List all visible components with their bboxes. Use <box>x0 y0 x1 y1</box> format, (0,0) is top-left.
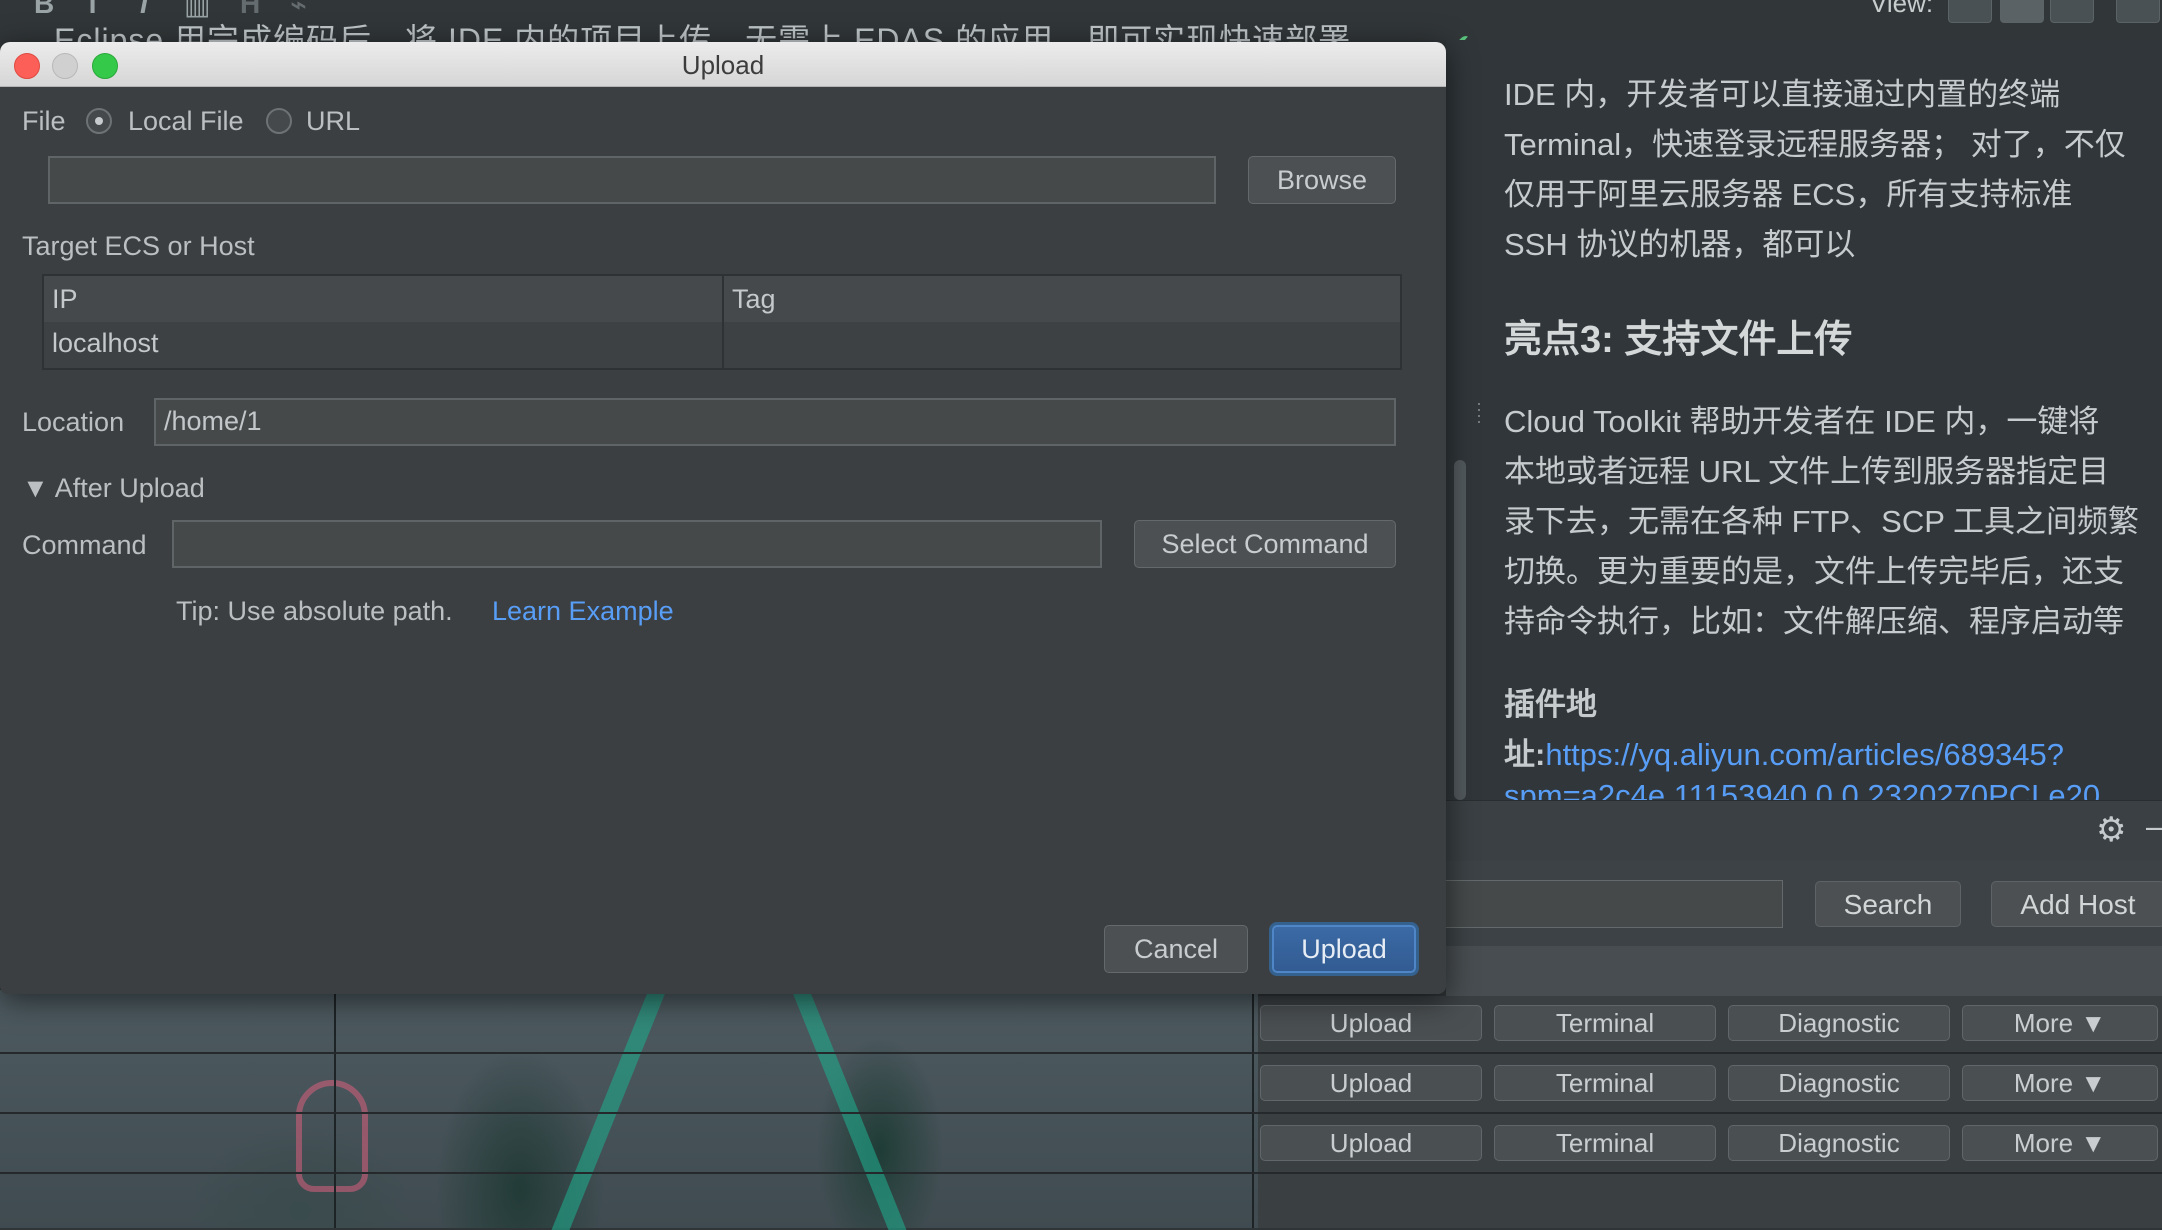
view-columns-icon[interactable] <box>2116 0 2160 23</box>
location-input[interactable]: /home/1 <box>154 398 1396 446</box>
row-divider <box>0 1052 2162 1054</box>
view-split-icon[interactable] <box>2000 0 2044 23</box>
view-label: View: <box>1870 0 1934 18</box>
preview-paragraph: Cloud Toolkit 帮助开发者在 IDE 内，一键将 本地或者远程 UR… <box>1504 404 2139 639</box>
row-more-button[interactable]: More ▼ <box>1962 1005 2158 1041</box>
view-list-icon[interactable] <box>1948 0 1992 23</box>
minimize-icon[interactable]: – <box>2146 808 2162 845</box>
host-table-header <box>1446 946 2162 997</box>
row-terminal-button[interactable]: Terminal <box>1494 1125 1716 1161</box>
column-header-tag[interactable]: Tag <box>732 284 776 315</box>
grid-line <box>334 994 336 1228</box>
host-panel-header <box>1446 800 2162 861</box>
upload-button[interactable]: Upload <box>1272 925 1416 973</box>
splitter-handle[interactable]: · · · · <box>1476 394 1482 430</box>
column-divider[interactable] <box>722 276 724 368</box>
plugin-address-label: 插件地 <box>1504 687 1597 722</box>
preview-paragraph: IDE 内，开发者可以直接通过内置的终端 Terminal，快速登录远程服务器；… <box>1504 77 2126 262</box>
table-cell-ip: localhost <box>52 328 159 358</box>
learn-example-link[interactable]: Learn Example <box>492 596 674 627</box>
preview-heading: 亮点3: 支持文件上传 <box>1504 319 1853 361</box>
background-artwork <box>0 990 1258 1228</box>
bold-icon[interactable]: B <box>34 0 54 20</box>
row-diagnostic-button[interactable]: Diagnostic <box>1728 1125 1950 1161</box>
dialog-title: Upload <box>681 50 765 80</box>
dialog-titlebar[interactable]: Upload <box>0 42 1446 87</box>
row-diagnostic-button[interactable]: Diagnostic <box>1728 1005 1950 1041</box>
command-label: Command <box>22 530 147 560</box>
search-button[interactable]: Search <box>1815 881 1961 927</box>
file-path-input[interactable] <box>48 156 1216 204</box>
row-terminal-button[interactable]: Terminal <box>1494 1065 1716 1101</box>
row-divider <box>0 1172 2162 1174</box>
view-preview-icon[interactable] <box>2050 0 2094 23</box>
location-label: Location <box>22 407 125 437</box>
row-divider <box>0 1112 2162 1114</box>
radio-local-file[interactable] <box>86 108 112 134</box>
row-terminal-button[interactable]: Terminal <box>1494 1005 1716 1041</box>
row-upload-button[interactable]: Upload <box>1260 1065 1482 1101</box>
upload-dialog: Upload File Local File URL Browse Target… <box>0 42 1446 994</box>
after-upload-toggle[interactable]: ▼ After Upload <box>22 473 205 504</box>
background-artwork <box>296 1080 368 1192</box>
browse-button[interactable]: Browse <box>1248 156 1396 204</box>
radio-local-file-label[interactable]: Local File <box>128 106 244 137</box>
file-label: File <box>22 106 66 136</box>
cancel-button[interactable]: Cancel <box>1104 925 1248 973</box>
command-input[interactable] <box>172 520 1102 568</box>
radio-selected-dot <box>95 117 103 125</box>
tip-text: Tip: Use absolute path. <box>176 596 453 626</box>
row-upload-button[interactable]: Upload <box>1260 1125 1482 1161</box>
gear-icon[interactable]: ⚙ <box>2096 810 2126 850</box>
radio-url-label[interactable]: URL <box>306 106 360 137</box>
target-label: Target ECS or Host <box>22 231 255 261</box>
grid-line <box>1252 994 1254 1228</box>
plugin-address-line: 址:https://yq.aliyun.com/articles/689345? <box>1504 730 2154 780</box>
select-command-button[interactable]: Select Command <box>1134 520 1396 568</box>
plugin-address-label: 址: <box>1504 737 1546 772</box>
add-host-button[interactable]: Add Host <box>1991 881 2162 927</box>
column-header-ip[interactable]: IP <box>52 284 78 315</box>
row-diagnostic-button[interactable]: Diagnostic <box>1728 1065 1950 1101</box>
preview-scrollbar[interactable] <box>1454 460 1466 800</box>
radio-url[interactable] <box>266 108 292 134</box>
row-more-button[interactable]: More ▼ <box>1962 1125 2158 1161</box>
plugin-link[interactable]: https://yq.aliyun.com/articles/689345? <box>1545 737 2064 772</box>
target-host-table: IP Tag localhost <box>42 274 1402 370</box>
row-more-button[interactable]: More ▼ <box>1962 1065 2158 1101</box>
plugin-link-continued[interactable]: spm=a2c4e.11153940.0.0.2320270PCLe20 <box>1504 774 2154 800</box>
host-search-input[interactable] <box>1446 880 1783 928</box>
row-upload-button[interactable]: Upload <box>1260 1005 1482 1041</box>
